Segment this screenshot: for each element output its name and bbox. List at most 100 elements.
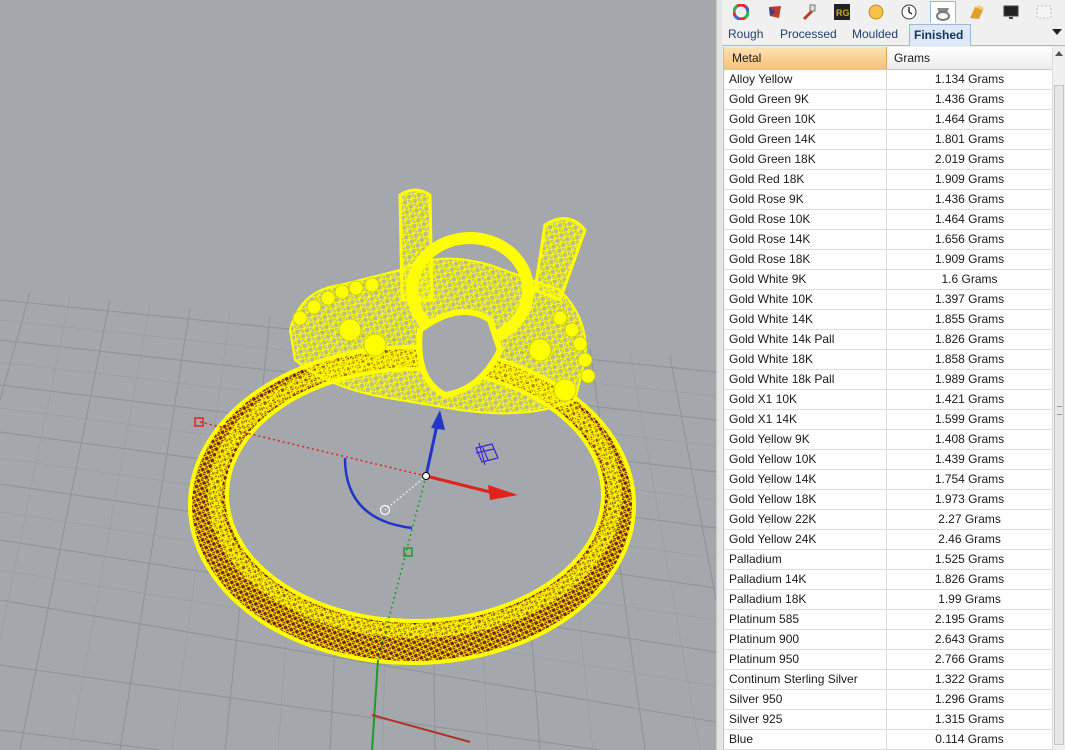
3d-viewport[interactable] [0, 0, 716, 750]
metal-cell: Gold X1 14K [724, 410, 887, 429]
tab-processed[interactable]: Processed [776, 24, 841, 46]
tab-dropdown-icon[interactable] [1052, 29, 1062, 35]
grams-cell: 1.408 Grams [934, 432, 1005, 446]
table-row[interactable]: Gold White 14k Pall 1.826 Grams [724, 330, 1052, 350]
color-wheel-icon[interactable] [728, 1, 754, 23]
table-row[interactable]: Continum Sterling Silver 1.322 Grams [724, 670, 1052, 690]
viewport-canvas[interactable] [0, 0, 716, 750]
grams-cell: 0.114 Grams [935, 732, 1004, 746]
metal-cell: Palladium [724, 550, 887, 569]
column-header-grams[interactable]: Grams [887, 47, 1052, 69]
table-row[interactable]: Gold X1 14K 1.599 Grams [724, 410, 1052, 430]
metal-cell: Gold White 18k Pall [724, 370, 887, 389]
rg-label: RG [836, 8, 850, 18]
table-row[interactable]: Gold White 18k Pall 1.989 Grams [724, 370, 1052, 390]
grams-cell: 1.134 Grams [934, 72, 1005, 86]
scroll-up-icon[interactable] [1055, 51, 1063, 56]
grams-cell: 2.766 Grams [934, 652, 1005, 666]
table-row[interactable]: Gold White 9K 1.6 Grams [724, 270, 1052, 290]
grams-cell: 1.296 Grams [934, 692, 1005, 706]
table-row[interactable]: Gold Yellow 9K 1.408 Grams [724, 430, 1052, 450]
table-scrollbar[interactable] [1052, 47, 1065, 750]
scroll-thumb[interactable] [1054, 85, 1064, 745]
grams-cell: 2.195 Grams [934, 612, 1005, 626]
more-icon[interactable] [1031, 1, 1057, 23]
metal-cell: Gold White 10K [724, 290, 887, 309]
table-row[interactable]: Palladium 18K 1.99 Grams [724, 590, 1052, 610]
table-row[interactable]: Gold Rose 18K 1.909 Grams [724, 250, 1052, 270]
rg-icon[interactable]: RG [829, 1, 855, 23]
metal-cell: Gold White 9K [724, 270, 887, 289]
metal-cell: Gold Green 18K [724, 150, 887, 169]
table-row[interactable]: Platinum 950 2.766 Grams [724, 650, 1052, 670]
grams-cell: 1.909 Grams [934, 172, 1005, 186]
pattern-icon[interactable] [964, 1, 990, 23]
metal-cell: Gold Red 18K [724, 170, 887, 189]
grams-cell: 1.464 Grams [934, 112, 1005, 126]
metal-cell: Gold Green 9K [724, 90, 887, 109]
weight-tabs: Rough Processed Moulded Finished [722, 24, 1065, 46]
grams-cell: 1.315 Grams [934, 712, 1005, 726]
grams-cell: 1.909 Grams [934, 252, 1005, 266]
grams-cell: 1.421 Grams [934, 392, 1005, 406]
metal-cell: Gold X1 10K [724, 390, 887, 409]
grams-cell: 1.858 Grams [934, 352, 1005, 366]
metal-weight-table: Metal Grams Alloy Yellow 1.134 Grams Gold … [723, 47, 1052, 750]
paint-icon[interactable] [795, 1, 821, 23]
gem-icon[interactable] [863, 1, 889, 23]
table-row[interactable]: Gold Rose 10K 1.464 Grams [724, 210, 1052, 230]
table-row[interactable]: Palladium 14K 1.826 Grams [724, 570, 1052, 590]
grams-cell: 1.973 Grams [934, 492, 1005, 506]
metal-cell: Silver 925 [724, 710, 887, 729]
table-row[interactable]: Gold Yellow 14K 1.754 Grams [724, 470, 1052, 490]
ring-model[interactable] [188, 188, 636, 665]
table-row[interactable]: Gold Yellow 22K 2.27 Grams [724, 510, 1052, 530]
table-row[interactable]: Gold Green 10K 1.464 Grams [724, 110, 1052, 130]
ring-weight-icon[interactable] [930, 1, 956, 23]
table-row[interactable]: Platinum 585 2.195 Grams [724, 610, 1052, 630]
column-header-metal[interactable]: Metal [724, 47, 887, 69]
grams-cell: 1.99 Grams [938, 592, 1001, 606]
tab-rough[interactable]: Rough [724, 24, 767, 46]
tab-moulded[interactable]: Moulded [848, 24, 902, 46]
grams-cell: 2.46 Grams [938, 532, 1001, 546]
table-row[interactable]: Blue 0.114 Grams [724, 730, 1052, 750]
clock-icon[interactable] [896, 1, 922, 23]
grams-cell: 1.436 Grams [934, 92, 1005, 106]
table-row[interactable]: Gold White 10K 1.397 Grams [724, 290, 1052, 310]
table-row[interactable]: Silver 950 1.296 Grams [724, 690, 1052, 710]
grams-cell: 2.019 Grams [934, 152, 1005, 166]
grams-cell: 1.322 Grams [934, 672, 1005, 686]
metal-cell: Platinum 900 [724, 630, 887, 649]
table-row[interactable]: Gold Rose 14K 1.656 Grams [724, 230, 1052, 250]
metal-cell: Gold Yellow 10K [724, 450, 887, 469]
table-row[interactable]: Platinum 900 2.643 Grams [724, 630, 1052, 650]
material-icon[interactable] [762, 1, 788, 23]
table-row[interactable]: Gold X1 10K 1.421 Grams [724, 390, 1052, 410]
table-row[interactable]: Gold Green 14K 1.801 Grams [724, 130, 1052, 150]
table-row[interactable]: Gold Yellow 24K 2.46 Grams [724, 530, 1052, 550]
tab-finished[interactable]: Finished [909, 24, 971, 46]
table-row[interactable]: Gold Red 18K 1.909 Grams [724, 170, 1052, 190]
metal-cell: Gold Rose 18K [724, 250, 887, 269]
table-row[interactable]: Gold Green 18K 2.019 Grams [724, 150, 1052, 170]
table-row[interactable]: Gold Yellow 18K 1.973 Grams [724, 490, 1052, 510]
table-row[interactable]: Gold Rose 9K 1.436 Grams [724, 190, 1052, 210]
grams-cell: 1.801 Grams [934, 132, 1005, 146]
table-row[interactable]: Gold Yellow 10K 1.439 Grams [724, 450, 1052, 470]
metal-cell: Gold Yellow 9K [724, 430, 887, 449]
table-row[interactable]: Gold White 18K 1.858 Grams [724, 350, 1052, 370]
table-row[interactable]: Alloy Yellow 1.134 Grams [724, 70, 1052, 90]
metal-cell: Gold Rose 14K [724, 230, 887, 249]
metal-cell: Gold Yellow 18K [724, 490, 887, 509]
table-row[interactable]: Silver 925 1.315 Grams [724, 710, 1052, 730]
table-row[interactable]: Gold White 14K 1.855 Grams [724, 310, 1052, 330]
metal-cell: Continum Sterling Silver [724, 670, 887, 689]
grams-cell: 1.525 Grams [934, 552, 1005, 566]
metal-cell: Gold Rose 10K [724, 210, 887, 229]
display-icon[interactable] [998, 1, 1024, 23]
metal-cell: Gold Green 14K [724, 130, 887, 149]
table-row[interactable]: Gold Green 9K 1.436 Grams [724, 90, 1052, 110]
metal-cell: Gold Yellow 22K [724, 510, 887, 529]
table-row[interactable]: Palladium 1.525 Grams [724, 550, 1052, 570]
